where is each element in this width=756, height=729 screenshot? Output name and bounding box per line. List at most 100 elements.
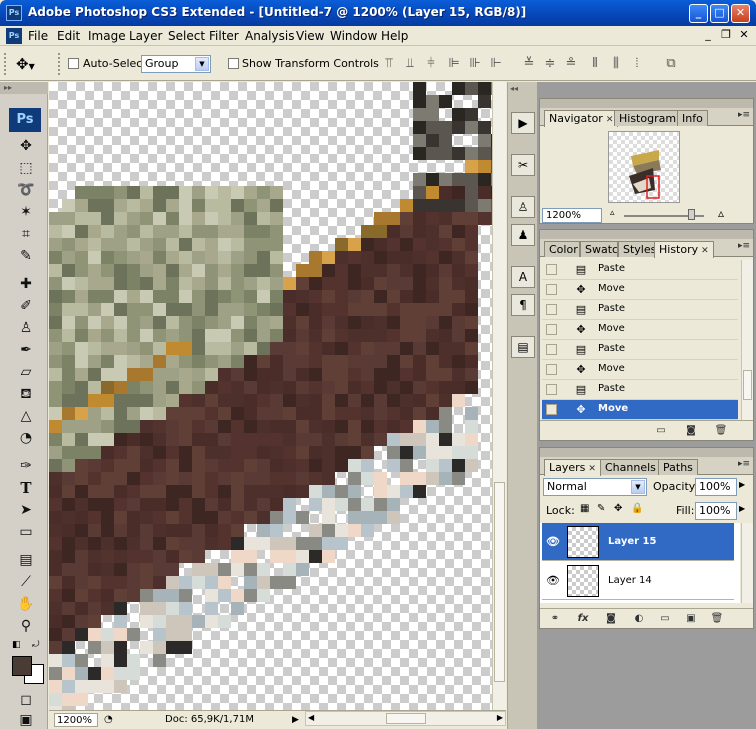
menu-help[interactable]: Help (381, 29, 408, 43)
history-state-row[interactable]: ▤ Paste (542, 260, 738, 280)
paragraph-panel-icon[interactable]: ¶ (511, 294, 535, 316)
close-button[interactable]: ✕ (731, 4, 750, 23)
lasso-tool-icon[interactable]: ➰ (14, 180, 38, 200)
default-colors-icon[interactable]: ◧ (12, 640, 21, 650)
align-left-icon[interactable]: ⊫ (445, 55, 463, 73)
panel-menu-icon[interactable]: ▸≡ (738, 241, 750, 251)
move-tool-preset-icon[interactable]: ✥▼ (16, 53, 46, 75)
history-brush-tool-icon[interactable]: ✒ (14, 340, 38, 360)
eraser-tool-icon[interactable]: ▱ (14, 362, 38, 382)
zoom-field[interactable]: 1200% (54, 713, 98, 727)
adjustment-layer-icon[interactable]: ◐ (630, 611, 648, 627)
crop-tool-icon[interactable]: ⌗ (14, 224, 38, 244)
minimize-button[interactable]: _ (689, 4, 708, 23)
doc-close-button[interactable]: ✕ (736, 29, 752, 43)
fill-slider-arrow-icon[interactable]: ▶ (739, 504, 745, 513)
options-grip[interactable] (4, 53, 8, 75)
history-snapshot-checkbox[interactable] (546, 284, 557, 295)
history-state-row[interactable]: ✥ Move (542, 280, 738, 300)
title-bar[interactable]: Ps Adobe Photoshop CS3 Extended - [Untit… (0, 0, 756, 26)
doc-minimize-button[interactable]: _ (700, 29, 716, 43)
eye-visibility-icon[interactable]: 👁 (544, 572, 562, 590)
history-state-row[interactable]: ▤ Paste (542, 340, 738, 360)
rectangle-tool-icon[interactable]: ▭ (14, 522, 38, 542)
layer-style-icon[interactable]: fx (574, 611, 592, 627)
align-top-icon[interactable]: ⫪ (380, 55, 398, 73)
new-document-from-state-icon[interactable]: ▭ (652, 423, 670, 439)
auto-select-dropdown[interactable]: Group ▼ (141, 55, 211, 73)
tool-presets-panel-icon[interactable]: ✂ (511, 154, 535, 176)
navigator-panel-header[interactable] (540, 99, 753, 108)
zoom-tool-icon[interactable]: ⚲ (14, 616, 38, 636)
hand-tool-icon[interactable]: ✋ (14, 594, 38, 614)
history-scroll-thumb[interactable] (743, 370, 752, 400)
eye-visibility-icon[interactable]: 👁 (544, 533, 562, 551)
clone-source-panel-icon[interactable]: ♙ (511, 196, 535, 218)
history-snapshot-checkbox[interactable] (546, 404, 557, 415)
distribute-top-icon[interactable]: ≚ (520, 55, 538, 73)
history-snapshot-checkbox[interactable] (546, 364, 557, 375)
history-snapshot-checkbox[interactable] (546, 304, 557, 315)
type-tool-icon[interactable]: T (14, 478, 38, 498)
swap-colors-icon[interactable]: ⤾ (32, 640, 40, 650)
tab-history[interactable]: History ✕ (654, 241, 714, 258)
eyedropper-tool-icon[interactable]: ⟋ (14, 572, 38, 592)
tab-layers[interactable]: Layers ✕ (544, 459, 601, 476)
align-bottom-icon[interactable]: ⫩ (422, 55, 440, 73)
layers-scrollbar[interactable] (741, 523, 753, 603)
history-snapshot-checkbox[interactable] (546, 384, 557, 395)
history-panel-header[interactable] (540, 230, 753, 239)
photoshop-app-icon[interactable]: Ps (6, 5, 22, 21)
menu-image[interactable]: Image (88, 29, 126, 43)
close-icon[interactable]: ✕ (701, 246, 709, 256)
status-menu-arrow-icon[interactable]: ▶ (292, 713, 299, 727)
zoom-out-icon[interactable]: ▵ (610, 208, 615, 218)
opacity-field[interactable]: 100% (695, 478, 737, 496)
layer-comps-panel-icon[interactable]: ▤ (511, 336, 535, 358)
distribute-right-icon[interactable]: ⦙ (628, 55, 646, 73)
layer-row[interactable]: 👁 Layer 14 (542, 562, 734, 600)
toolbox-header[interactable]: ▸▸ (0, 82, 48, 94)
brush-tool-icon[interactable]: ✐ (14, 296, 38, 316)
close-icon[interactable]: ✕ (606, 115, 614, 125)
layer-mask-icon[interactable]: ◙ (602, 611, 620, 627)
screen-mode-icon[interactable]: ▣ (14, 710, 38, 729)
layer-row[interactable]: 👁 Layer 15 (542, 523, 734, 561)
menu-edit[interactable]: Edit (57, 29, 80, 43)
navigator-zoom-field[interactable]: 1200% (542, 208, 602, 223)
document-icon[interactable]: Ps (6, 28, 22, 44)
canvas-vertical-scrollbar[interactable] (492, 82, 506, 710)
lock-all-icon[interactable]: 🔒 (631, 503, 643, 514)
notes-tool-icon[interactable]: ▤ (14, 550, 38, 570)
tab-paths[interactable]: Paths (658, 459, 698, 475)
trash-icon[interactable]: 🗑 (712, 423, 730, 439)
history-state-row[interactable]: ✥ Move (542, 320, 738, 340)
tab-info[interactable]: Info (677, 110, 708, 126)
history-state-row[interactable]: ✥ Move (542, 360, 738, 380)
document-canvas[interactable] (49, 82, 492, 710)
slice-tool-icon[interactable]: ✎ (14, 246, 38, 266)
lock-pixels-icon[interactable]: ✎ (597, 503, 605, 514)
actions-panel-icon[interactable]: ▶ (511, 112, 535, 134)
panel-menu-icon[interactable]: ▸≡ (738, 110, 750, 120)
path-selection-tool-icon[interactable]: ➤ (14, 500, 38, 520)
opacity-slider-arrow-icon[interactable]: ▶ (739, 480, 745, 489)
marquee-tool-icon[interactable]: ⬚ (14, 158, 38, 178)
scroll-right-icon[interactable]: ▶ (497, 713, 503, 722)
tab-channels[interactable]: Channels (600, 459, 661, 475)
new-layer-icon[interactable]: ▣ (682, 611, 700, 627)
auto-align-layers-icon[interactable]: ⧉ (662, 55, 680, 73)
canvas-horizontal-scrollbar[interactable]: ◀ ▶ (305, 711, 506, 726)
align-right-icon[interactable]: ⊩ (487, 55, 505, 73)
tab-navigator[interactable]: Navigator ✕ (544, 110, 619, 127)
foreground-color-swatch[interactable] (12, 656, 32, 676)
character-panel-icon[interactable]: A (511, 266, 535, 288)
lock-position-icon[interactable]: ✥ (614, 503, 622, 514)
link-layers-icon[interactable]: ⚭ (546, 611, 564, 627)
panel-menu-icon[interactable]: ▸≡ (738, 459, 750, 469)
zoom-in-icon[interactable]: ▵ (718, 206, 724, 220)
paint-bucket-tool-icon[interactable]: ⛾ (14, 384, 38, 404)
menu-layer[interactable]: Layer (129, 29, 162, 43)
history-state-row[interactable]: ✥ Move (542, 400, 738, 420)
history-state-row[interactable]: ▤ Paste (542, 300, 738, 320)
